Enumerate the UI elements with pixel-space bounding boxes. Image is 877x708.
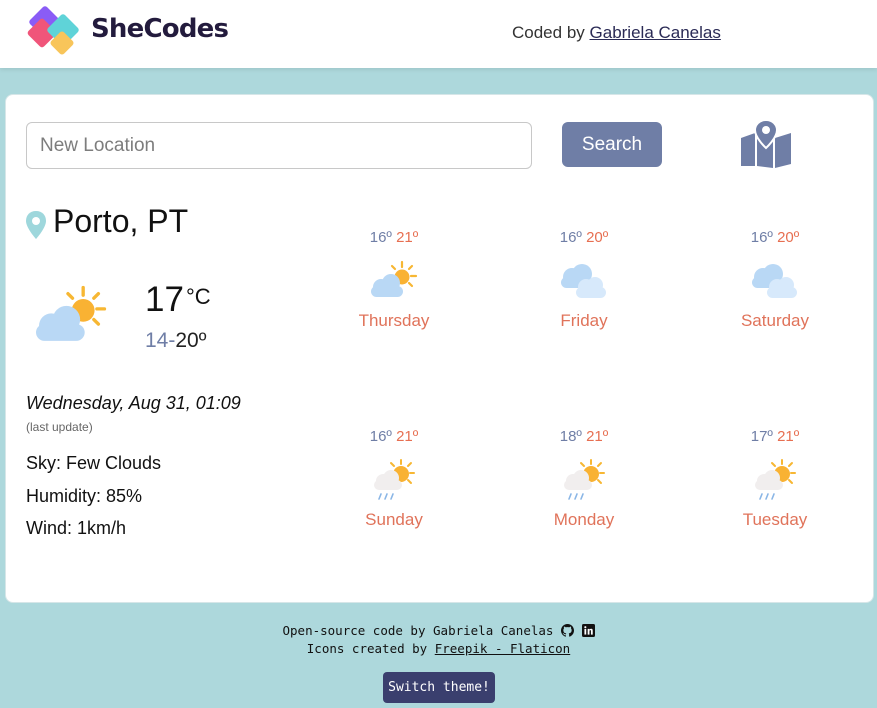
current-temp-range: 14-20º bbox=[145, 329, 206, 353]
footer-credits: Open-source code by Gabriela Canelas bbox=[0, 623, 877, 638]
forecast-max-temp: 20º bbox=[586, 229, 609, 246]
map-location-icon[interactable] bbox=[739, 120, 793, 168]
sky-detail: Sky: Few Clouds bbox=[26, 453, 162, 473]
forecast-max-temp: 21º bbox=[396, 229, 419, 246]
sun-cloud-rain-icon bbox=[366, 458, 422, 504]
forecast-min-temp: 17º bbox=[750, 428, 778, 445]
search-input[interactable] bbox=[26, 122, 532, 169]
current-min-temp: 14- bbox=[145, 329, 176, 352]
forecast-min-temp: 16º bbox=[369, 229, 397, 246]
linkedin-icon[interactable] bbox=[581, 624, 595, 637]
sun-behind-cloud-icon bbox=[366, 259, 422, 305]
weather-card: Search Porto, PT 17 °C 14-20º Wednesday,… bbox=[5, 94, 874, 603]
search-button[interactable]: Search bbox=[562, 122, 662, 167]
footer-icons-credit: Icons created by Freepik - Flaticon bbox=[0, 641, 877, 656]
forecast-min-temp: 16º bbox=[559, 229, 587, 246]
current-temperature: 17 bbox=[145, 280, 184, 319]
forecast-day-name: Sunday bbox=[365, 510, 423, 529]
forecast-min-temp: 16º bbox=[369, 428, 397, 445]
forecast-day: 16º 20º Friday bbox=[519, 229, 649, 331]
flaticon-link[interactable]: Freepik - Flaticon bbox=[435, 641, 570, 656]
forecast-day: 18º 21º Monday bbox=[519, 428, 649, 530]
clouds-icon bbox=[747, 259, 803, 305]
forecast-max-temp: 20º bbox=[777, 229, 800, 246]
forecast-day-name: Thursday bbox=[358, 311, 430, 330]
forecast-day: 16º 20º Saturday bbox=[710, 229, 840, 331]
forecast-temps: 16º 20º bbox=[710, 229, 840, 249]
sun-cloud-rain-icon bbox=[747, 458, 803, 504]
sun-behind-cloud-icon bbox=[28, 283, 114, 353]
clouds-icon bbox=[556, 259, 612, 305]
forecast-day-name: Saturday bbox=[740, 311, 810, 330]
forecast-min-temp: 18º bbox=[559, 428, 587, 445]
forecast-day-name: Tuesday bbox=[742, 510, 808, 529]
open-source-text: Open-source code by Gabriela Canelas bbox=[282, 623, 554, 638]
icons-credit-prefix: Icons created by bbox=[306, 641, 428, 656]
brand-name: SheCodes bbox=[91, 14, 229, 44]
github-icon[interactable] bbox=[560, 624, 574, 637]
temperature-unit[interactable]: °C bbox=[186, 284, 211, 310]
forecast-day: 16º 21º Thursday bbox=[329, 229, 459, 331]
coded-by-prefix: Coded by bbox=[512, 23, 585, 42]
forecast-max-temp: 21º bbox=[777, 428, 800, 445]
forecast-temps: 17º 21º bbox=[710, 428, 840, 448]
forecast-day-name: Friday bbox=[560, 311, 608, 330]
forecast-temps: 16º 21º bbox=[329, 428, 459, 448]
forecast-day-name: Monday bbox=[553, 510, 615, 529]
location-pin-icon bbox=[26, 211, 46, 239]
top-header: SheCodes Coded by Gabriela Canelas bbox=[0, 0, 877, 68]
current-max-temp: 20º bbox=[175, 329, 207, 352]
switch-theme-button[interactable]: Switch theme! bbox=[383, 672, 495, 703]
current-date: Wednesday, Aug 31, 01:09 bbox=[26, 393, 241, 413]
forecast-temps: 16º 21º bbox=[329, 229, 459, 249]
forecast-temps: 18º 21º bbox=[519, 428, 649, 448]
forecast-day: 16º 21º Sunday bbox=[329, 428, 459, 530]
shecodes-logo-icon[interactable] bbox=[27, 4, 87, 60]
forecast-temps: 16º 20º bbox=[519, 229, 649, 249]
forecast-min-temp: 16º bbox=[750, 229, 778, 246]
wind-detail: Wind: 1km/h bbox=[26, 518, 127, 538]
forecast-max-temp: 21º bbox=[396, 428, 419, 445]
coded-by: Coded by Gabriela Canelas bbox=[512, 23, 721, 43]
humidity-detail: Humidity: 85% bbox=[26, 486, 143, 506]
last-update-label: (last update) bbox=[26, 420, 93, 434]
sun-cloud-rain-icon bbox=[556, 458, 612, 504]
author-link[interactable]: Gabriela Canelas bbox=[590, 23, 721, 42]
forecast-max-temp: 21º bbox=[586, 428, 609, 445]
forecast-day: 17º 21º Tuesday bbox=[710, 428, 840, 530]
city-name: Porto, PT bbox=[53, 203, 189, 239]
